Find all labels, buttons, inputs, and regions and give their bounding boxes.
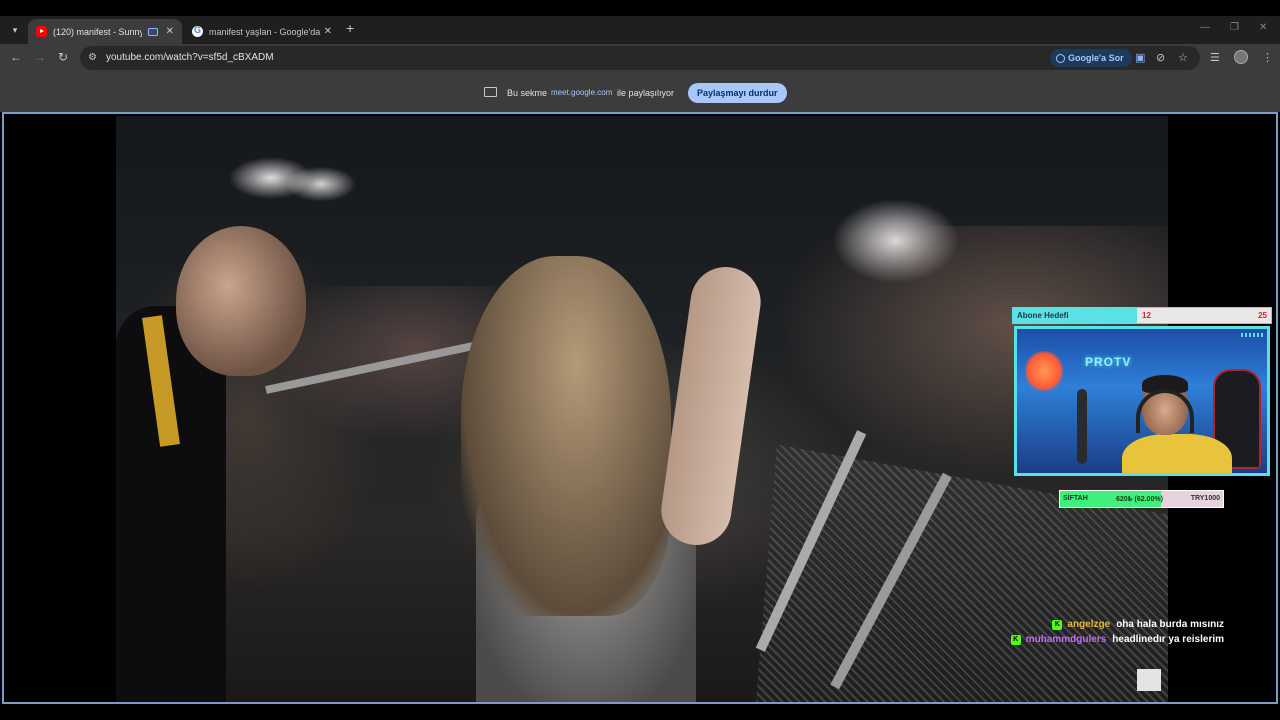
performer-arm	[656, 262, 766, 550]
tab-sharing-bar: Bu sekme meet.google.com ile paylaşılıyo…	[0, 72, 1280, 112]
kick-icon: K	[1052, 619, 1063, 630]
concert-video[interactable]	[116, 116, 1168, 702]
chat-username: muhammdgulers	[1025, 634, 1107, 645]
man-head	[176, 226, 306, 376]
minimize-button[interactable]: —	[1200, 22, 1210, 33]
tab-title: manifest yaşlan - Google'da Ar	[209, 26, 322, 37]
chat-username: angelzge	[1067, 619, 1111, 630]
chat-text: oha hala burda mısınız	[1116, 619, 1224, 630]
tab-title: (120) manifest - Sunny Hill	[53, 26, 142, 37]
share-suffix-text: ile paylaşılıyor	[617, 88, 675, 98]
neon-sign: PROTV	[1085, 355, 1132, 369]
ask-google-button[interactable]: Google'a Sor	[1050, 49, 1132, 67]
new-tab-button[interactable]: +	[346, 20, 354, 36]
donation-goal-bar: SİFTAH 620₺ (62.00%) TRY1000	[1059, 490, 1224, 508]
close-icon[interactable]: ✕	[324, 26, 332, 37]
eye-off-icon[interactable]: ⊘	[1156, 51, 1165, 64]
screen-share-icon	[147, 27, 158, 36]
back-button[interactable]: ←	[10, 50, 22, 64]
reload-button[interactable]: ↻	[58, 50, 68, 64]
microphone-icon	[1077, 389, 1087, 464]
profile-avatar[interactable]	[1234, 50, 1248, 64]
cast-tab-icon[interactable]: ▣	[1135, 51, 1145, 64]
close-icon[interactable]: ✕	[166, 26, 174, 37]
address-bar[interactable]: ⚙ youtube.com/watch?v=sf5d_cBXADM Google…	[80, 46, 1200, 70]
share-domain-link[interactable]: meet.google.com	[551, 88, 612, 97]
subscriber-goal-label: Abone Hedefi	[1017, 311, 1069, 320]
forward-button[interactable]: →	[34, 50, 46, 64]
chat-message: K muhammdgulers headlinedır ya reislerim	[1010, 634, 1224, 645]
streamer-webcam: PROTV	[1014, 326, 1270, 476]
maximize-button[interactable]: ❐	[1230, 22, 1239, 33]
close-window-button[interactable]: ✕	[1259, 22, 1267, 33]
donation-goal-name: SİFTAH	[1063, 495, 1088, 502]
site-info-icon[interactable]: ⚙	[88, 52, 100, 64]
stop-sharing-button[interactable]: Paylaşmayı durdur	[688, 83, 787, 103]
bookmark-star-icon[interactable]: ☆	[1178, 51, 1188, 64]
subscriber-goal-bar: Abone Hedefi 12 25	[1012, 307, 1272, 324]
tab-strip: ▾ (120) manifest - Sunny Hill ✕ manifest…	[0, 16, 1280, 44]
kick-icon: K	[1010, 634, 1021, 645]
manifest-logo	[1137, 669, 1161, 691]
tab-google-search[interactable]: manifest yaşlan - Google'da Ar ✕	[184, 19, 340, 44]
reading-list-icon[interactable]: ☰	[1210, 51, 1220, 64]
tab-youtube[interactable]: (120) manifest - Sunny Hill ✕	[28, 19, 182, 44]
chat-message: K angelzge oha hala burda mısınız	[1052, 619, 1224, 630]
streamer-figure	[1122, 375, 1232, 473]
screen-share-icon	[484, 87, 497, 97]
screen-top-bar	[0, 0, 1280, 16]
subscriber-goal-target: 25	[1258, 311, 1267, 320]
chevron-down-icon: ▾	[12, 24, 18, 35]
share-prefix-text: Bu sekme	[507, 88, 548, 98]
subscriber-goal-current: 12	[1142, 311, 1151, 320]
youtube-icon	[36, 26, 47, 37]
donation-goal-target: TRY1000	[1190, 495, 1220, 502]
browser-toolbar: ← → ↻ ⚙ youtube.com/watch?v=sf5d_cBXADM …	[0, 44, 1280, 72]
performer-hair	[461, 256, 671, 616]
lamp-light	[1025, 351, 1063, 391]
url-text[interactable]: youtube.com/watch?v=sf5d_cBXADM	[106, 52, 274, 63]
chat-text: headlinedır ya reislerim	[1112, 634, 1224, 645]
menu-icon[interactable]: ⋮	[1262, 51, 1273, 64]
donation-goal-amount: 620₺ (62.00%)	[1116, 496, 1163, 503]
google-icon	[192, 25, 203, 37]
tab-search-dropdown[interactable]: ▾	[6, 21, 24, 39]
